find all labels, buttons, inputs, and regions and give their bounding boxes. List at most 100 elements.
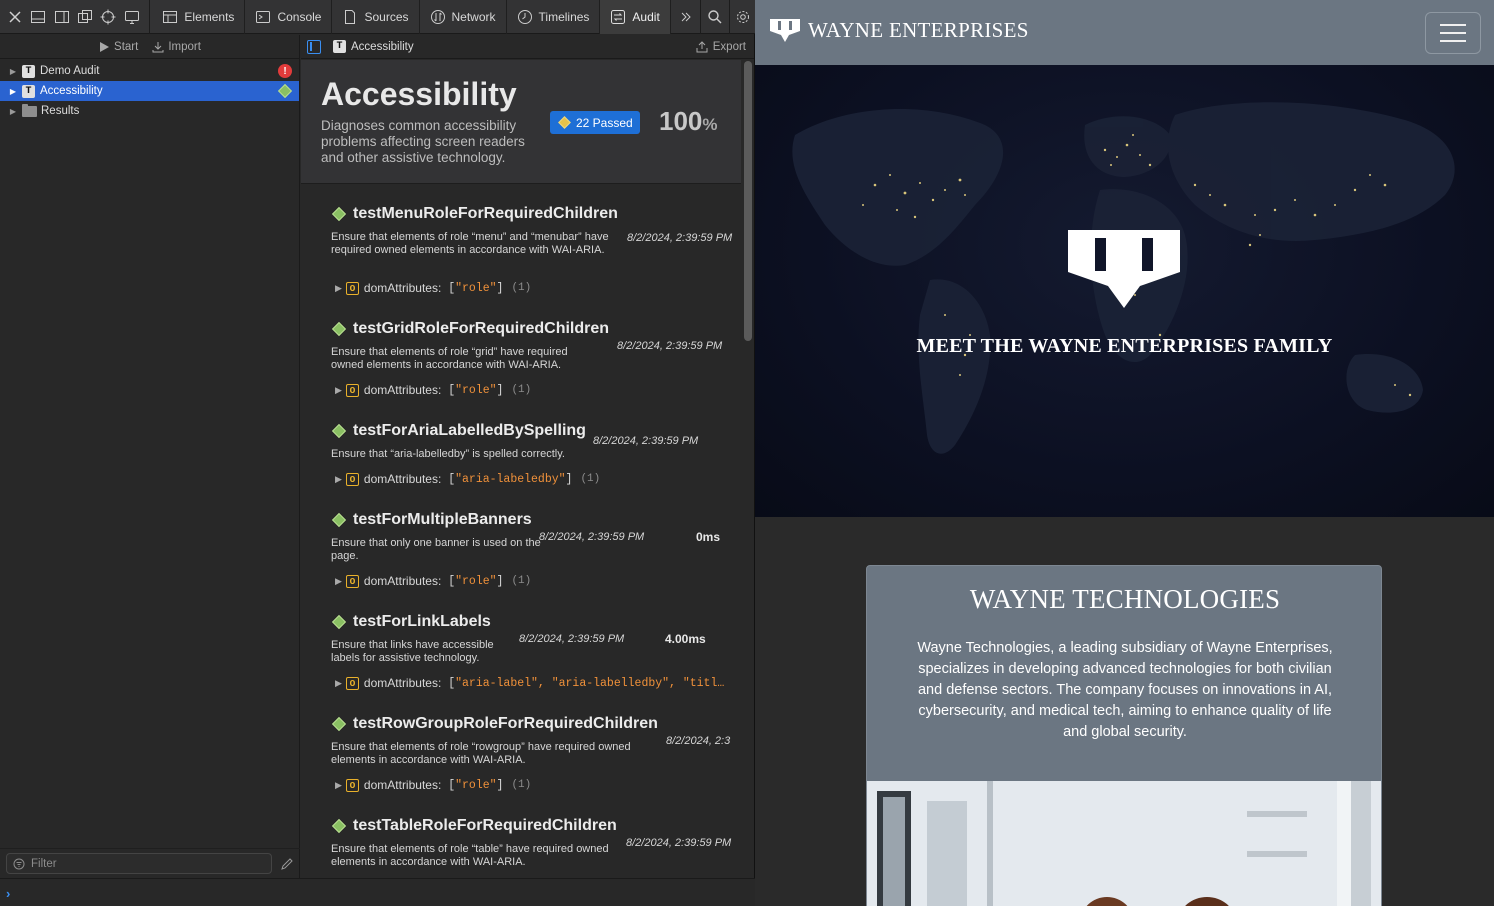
tab-timelines[interactable]: Timelines	[507, 0, 601, 34]
menu-line	[1440, 40, 1466, 42]
wayne-logo-icon	[770, 18, 800, 42]
play-icon	[100, 41, 110, 52]
tree-item-label: Results	[41, 105, 80, 117]
close-icon[interactable]	[3, 0, 26, 34]
more-tabs-icon[interactable]	[675, 0, 698, 34]
test-duration: 0ms	[696, 530, 721, 544]
start-label: Start	[114, 40, 139, 53]
tab-elements[interactable]: Elements	[152, 0, 246, 34]
object-icon: O	[345, 574, 359, 588]
tab-sources[interactable]: Sources	[332, 0, 420, 34]
attr-bracket-open: [	[441, 676, 456, 690]
test-case-icon: T	[22, 84, 35, 98]
tab-label: Elements	[184, 9, 235, 24]
test-attributes[interactable]: ▶ O domAttributes: ["aria-labeledby"] (1…	[335, 472, 600, 486]
object-icon: O	[345, 281, 359, 295]
export-button[interactable]: Export	[696, 35, 746, 59]
test-attributes[interactable]: ▶ O domAttributes: ["role"] (1)	[335, 383, 531, 397]
attr-count: (1)	[511, 779, 532, 791]
tab-network[interactable]: Network	[420, 0, 507, 34]
menu-line	[1440, 24, 1466, 26]
pass-percentage: 100%	[659, 106, 718, 137]
tree-item-label: Demo Audit	[40, 65, 100, 77]
test-name[interactable]: testForAriaLabelledBySpelling	[331, 422, 586, 440]
test-attributes[interactable]: ▶ O domAttributes: ["role"] (1)	[335, 281, 531, 295]
test-description: Ensure that elements of role “rowgroup” …	[331, 741, 631, 766]
test-result-item: testRowGroupRoleForRequiredChildren Ensu…	[301, 715, 741, 805]
passed-count-badge[interactable]: 22 Passed	[550, 111, 640, 134]
card-title: WAYNE TECHNOLOGIES	[969, 584, 1281, 614]
test-name[interactable]: testForLinkLabels	[331, 613, 491, 631]
test-attributes[interactable]: ▶ O domAttributes: ["role"] (1)	[335, 778, 531, 792]
passed-label: 22 Passed	[576, 115, 633, 130]
crosshair-icon[interactable]	[97, 0, 120, 34]
percent-value: 100	[659, 106, 703, 136]
attr-values: "role"	[455, 383, 497, 397]
brand-link[interactable]: WAYNE ENTERPRISES	[770, 18, 1029, 43]
test-name-label: testGridRoleForRequiredChildren	[353, 320, 610, 337]
test-name-label: testTableRoleForRequiredChildren	[353, 817, 617, 834]
tree-item-accessibility[interactable]: ▶ T Accessibility	[0, 81, 299, 101]
sidebar-toggle-icon[interactable]	[307, 39, 321, 54]
expand-triangle-icon[interactable]: ▶	[335, 283, 342, 294]
expand-triangle-icon[interactable]: ▶	[335, 474, 342, 485]
hamburger-menu-button[interactable]	[1425, 12, 1481, 54]
test-result-item: testTableRoleForRequiredChildren Ensure …	[301, 817, 741, 877]
expand-triangle-icon[interactable]: ▶	[335, 385, 342, 396]
gear-icon[interactable]	[732, 0, 755, 34]
test-result-item: testMenuRoleForRequiredChildren Ensure t…	[301, 205, 741, 305]
expand-triangle-icon[interactable]: ▶	[335, 780, 342, 791]
tree-item-demo-audit[interactable]: ▶ T Demo Audit !	[0, 61, 299, 81]
attr-bracket-open: [	[441, 778, 456, 792]
error-icon: !	[278, 64, 292, 78]
test-name[interactable]: testForMultipleBanners	[331, 511, 532, 529]
search-icon[interactable]	[703, 0, 726, 34]
test-result-item: testGridRoleForRequiredChildren Ensure t…	[301, 320, 741, 410]
pass-icon	[331, 614, 347, 630]
menu-line	[1440, 32, 1466, 34]
test-attributes[interactable]: ▶ O domAttributes: ["role"] (1)	[335, 574, 531, 588]
pass-icon	[331, 716, 347, 732]
console-prompt-bar[interactable]: ›	[0, 878, 755, 906]
import-icon	[152, 41, 164, 52]
filter-input[interactable]: Filter	[6, 853, 272, 874]
device-icon[interactable]	[120, 0, 143, 34]
edit-icon[interactable]	[280, 857, 294, 871]
disclosure-triangle-icon[interactable]: ▶	[8, 86, 18, 96]
undock-icon[interactable]	[73, 0, 96, 34]
tree-item-results[interactable]: ▶ Results	[0, 101, 299, 121]
tab-console[interactable]: Console	[245, 0, 333, 34]
pass-icon	[331, 321, 347, 337]
test-timestamp: 8/2/2024, 2:39:59 PM	[539, 531, 645, 543]
attr-bracket-open: [	[441, 281, 456, 295]
start-button[interactable]: Start	[98, 41, 138, 53]
test-description: Ensure that “aria-labelledby” is spelled…	[331, 448, 565, 460]
test-name[interactable]: testMenuRoleForRequiredChildren	[331, 205, 618, 223]
expand-triangle-icon[interactable]: ▶	[335, 678, 342, 689]
dock-side-icon[interactable]	[50, 0, 73, 34]
dock-bottom-icon[interactable]	[26, 0, 49, 34]
disclosure-triangle-icon[interactable]: ▶	[8, 106, 18, 116]
attr-bracket-close: ]	[496, 574, 504, 588]
test-name[interactable]: testRowGroupRoleForRequiredChildren	[331, 715, 658, 733]
hero-banner: MEET THE WAYNE ENTERPRISES FAMILY	[755, 65, 1494, 517]
expand-triangle-icon[interactable]: ▶	[335, 576, 342, 587]
scrollbar[interactable]	[744, 61, 752, 341]
test-timestamp: 8/2/2024, 2:39:59 PM	[593, 435, 699, 447]
import-button[interactable]: Import	[152, 41, 201, 53]
tab-audit[interactable]: Audit	[600, 0, 671, 34]
timelines-icon	[517, 9, 532, 24]
disclosure-triangle-icon[interactable]: ▶	[8, 66, 18, 76]
pass-icon	[331, 423, 347, 439]
test-name[interactable]: testTableRoleForRequiredChildren	[331, 817, 617, 835]
network-icon	[430, 9, 445, 24]
test-name[interactable]: testGridRoleForRequiredChildren	[331, 320, 609, 338]
test-attributes[interactable]: ▶ O domAttributes: ["aria-label", "aria-…	[335, 676, 725, 690]
test-timestamp: 8/2/2024, 2:39:59 PM	[626, 837, 732, 849]
attr-values: "aria-label", "aria-labelledby", "titl…	[455, 676, 725, 690]
hero-heading: MEET THE WAYNE ENTERPRISES FAMILY	[916, 335, 1333, 357]
audit-summary: Accessibility Diagnoses common accessibi…	[301, 60, 741, 184]
attr-values: "role"	[455, 281, 497, 295]
test-timestamp: 8/2/2024, 2:39:59 PM	[617, 340, 723, 352]
console-icon	[256, 10, 271, 23]
